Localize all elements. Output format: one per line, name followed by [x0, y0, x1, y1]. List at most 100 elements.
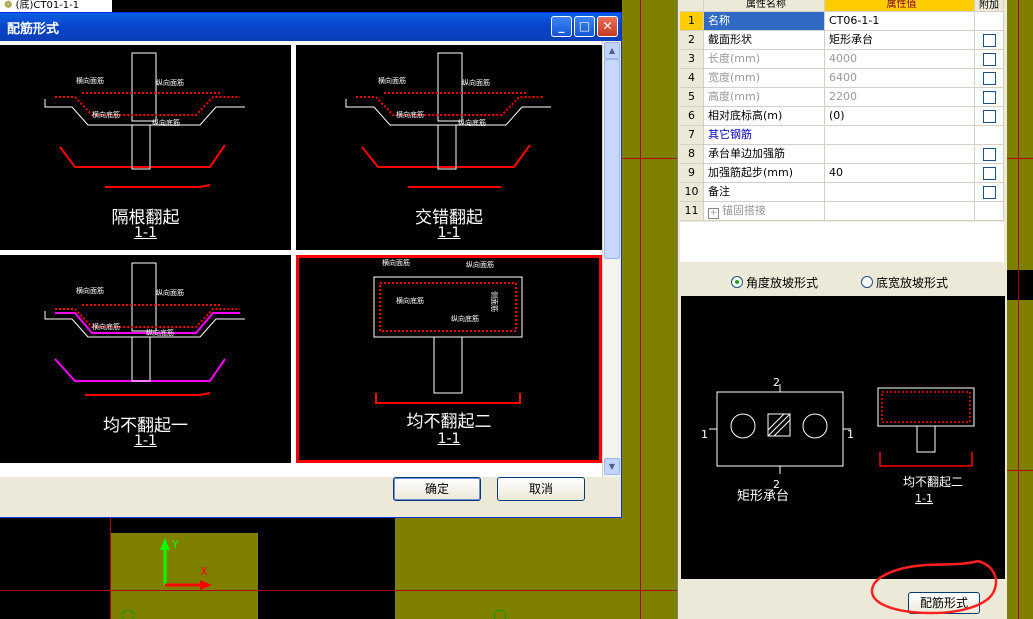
- scroll-down-button[interactable]: ▼: [604, 458, 620, 475]
- attach-checkbox[interactable]: [982, 33, 996, 47]
- property-value[interactable]: 4000: [825, 50, 975, 68]
- radio-label: 底宽放坡形式: [876, 275, 949, 290]
- arrow-up-icon: ▲: [608, 46, 616, 55]
- row-number: 10: [680, 183, 704, 201]
- property-value[interactable]: [825, 145, 975, 163]
- row-number: 9: [680, 164, 704, 182]
- tile-section-mark: 1-1: [134, 225, 157, 241]
- bottom-longitudinal-label: 纵向底筋: [458, 118, 486, 127]
- ok-button[interactable]: 确定: [393, 477, 481, 501]
- attach-checkbox[interactable]: [982, 147, 996, 161]
- attach-checkbox[interactable]: [982, 52, 996, 66]
- attach-checkbox[interactable]: [982, 166, 996, 180]
- footing-tree-icon: ❁: [4, 0, 13, 11]
- radio-label: 角度放坡形式: [746, 275, 819, 290]
- property-value[interactable]: [825, 183, 975, 201]
- property-value[interactable]: 2200: [825, 88, 975, 106]
- row-number: 2: [680, 31, 704, 49]
- bottom-longitudinal-label: 纵向底筋: [146, 328, 174, 337]
- property-name: 截面形状: [704, 31, 825, 49]
- row-number: 4: [680, 69, 704, 87]
- property-row[interactable]: 6 相对底标高(m) (0): [680, 107, 1004, 126]
- property-name: 名称: [704, 12, 825, 30]
- top-longitudinal-label: 纵向面筋: [156, 288, 184, 297]
- header-value: 属性值: [825, 0, 975, 11]
- tile-no-bend-one[interactable]: 横向面筋 纵向面筋 横向底筋 纵向底筋 均不翻起一 1-1: [0, 255, 291, 463]
- close-icon: ✕: [602, 19, 613, 33]
- property-row[interactable]: 11 + 锚固搭接: [680, 202, 1004, 221]
- attach-cell: [975, 12, 1004, 30]
- row-number: 5: [680, 88, 704, 106]
- property-row[interactable]: 1 名称 CT06-1-1: [680, 12, 1004, 31]
- scroll-thumb[interactable]: [604, 59, 620, 259]
- tile-label: 均不翻起二: [406, 412, 492, 432]
- top-longitudinal-label: 纵向面筋: [156, 78, 184, 87]
- property-value[interactable]: [825, 202, 975, 220]
- attach-checkbox[interactable]: [982, 109, 996, 123]
- attach-cell: [975, 145, 1004, 163]
- tree-item-footing[interactable]: ❁ (底)CT01-1-1: [0, 0, 112, 12]
- property-row[interactable]: 8 承台单边加强筋: [680, 145, 1004, 164]
- property-value[interactable]: 40: [825, 164, 975, 182]
- property-name: 承台单边加强筋: [704, 145, 825, 163]
- property-row[interactable]: 9 加强筋起步(mm) 40: [680, 164, 1004, 183]
- property-row[interactable]: 2 截面形状 矩形承台: [680, 31, 1004, 50]
- cad-grid-line: [1007, 470, 1033, 471]
- scroll-up-button[interactable]: ▲: [604, 42, 620, 59]
- attach-cell: [975, 164, 1004, 182]
- property-grid: 属性名称 属性值 附加 1 名称 CT06-1-1 2 截面形状 矩形承台 3 …: [680, 0, 1004, 221]
- tile-staggered-bend[interactable]: 横向面筋 纵向面筋 横向底筋 纵向底筋 交错翻起 1-1: [296, 45, 602, 250]
- highlight-ring: [870, 559, 998, 615]
- property-row[interactable]: 10 备注: [680, 183, 1004, 202]
- radio-unselected-icon: [861, 276, 873, 288]
- radio-selected-icon: [731, 276, 743, 288]
- property-value[interactable]: 矩形承台: [825, 31, 975, 49]
- gallery-scrollbar[interactable]: ▲ ▼: [602, 41, 620, 477]
- top-transverse-label: 横向面筋: [382, 258, 410, 267]
- axis-y-label: Y: [171, 538, 179, 551]
- dialog-titlebar[interactable]: 配筋形式: [0, 13, 621, 41]
- footing-preview: 1 1 2 2 矩形承台 均不翻起二 1-1: [681, 296, 1005, 579]
- top-longitudinal-label: 纵向面筋: [462, 78, 490, 87]
- attach-checkbox[interactable]: [982, 185, 996, 199]
- property-name: 备注: [704, 183, 825, 201]
- property-row[interactable]: 4 宽度(mm) 6400: [680, 69, 1004, 88]
- property-value[interactable]: 6400: [825, 69, 975, 87]
- property-value[interactable]: [825, 126, 975, 144]
- preview-section-label: 均不翻起二: [903, 475, 963, 489]
- property-value[interactable]: CT06-1-1: [825, 12, 975, 30]
- header-attach: 附加: [975, 0, 1004, 11]
- property-value[interactable]: (0): [825, 107, 975, 125]
- property-name: 相对底标高(m): [704, 107, 825, 125]
- cad-footing-block: [1007, 300, 1033, 619]
- tile-section-mark: 1-1: [134, 433, 157, 449]
- maximize-button[interactable]: □: [574, 16, 595, 37]
- expand-plus-icon[interactable]: +: [708, 208, 719, 219]
- tile-alternate-bend[interactable]: 横向面筋 纵向面筋 横向底筋 纵向底筋 隔根翻起 1-1: [0, 45, 291, 250]
- radio-angle-slope[interactable]: 角度放坡形式: [731, 274, 818, 291]
- property-grid-header: 属性名称 属性值 附加: [680, 0, 1004, 12]
- tile-section-mark: 1-1: [437, 225, 461, 241]
- top-transverse-label: 横向面筋: [378, 76, 406, 85]
- side-bar-label: 侧面筋: [490, 291, 499, 312]
- property-panel: 属性名称 属性值 附加 1 名称 CT06-1-1 2 截面形状 矩形承台 3 …: [677, 0, 1007, 619]
- tree-item-label: (底)CT01-1-1: [15, 0, 80, 11]
- property-row[interactable]: 7 其它钢筋: [680, 126, 1004, 145]
- row-number: 3: [680, 50, 704, 68]
- preview-plan-label: 矩形承台: [737, 489, 789, 504]
- row-number: 8: [680, 145, 704, 163]
- property-row[interactable]: 5 高度(mm) 2200: [680, 88, 1004, 107]
- attach-cell: [975, 202, 1004, 220]
- radio-width-slope[interactable]: 底宽放坡形式: [861, 274, 948, 291]
- cancel-button[interactable]: 取消: [497, 477, 585, 501]
- attach-checkbox[interactable]: [982, 71, 996, 85]
- tile-no-bend-two[interactable]: 横向面筋 纵向面筋 横向底筋 纵向底筋 侧面筋 均不翻起二 1-1: [296, 255, 602, 463]
- section-cut-mark: 1: [847, 428, 854, 441]
- close-button[interactable]: ✕: [597, 16, 618, 37]
- attach-checkbox[interactable]: [982, 90, 996, 104]
- section-cut-mark: 1: [701, 428, 708, 441]
- property-row[interactable]: 3 长度(mm) 4000: [680, 50, 1004, 69]
- maximize-icon: □: [578, 19, 591, 33]
- bottom-transverse-label: 横向底筋: [92, 322, 120, 331]
- minimize-button[interactable]: _: [551, 16, 572, 37]
